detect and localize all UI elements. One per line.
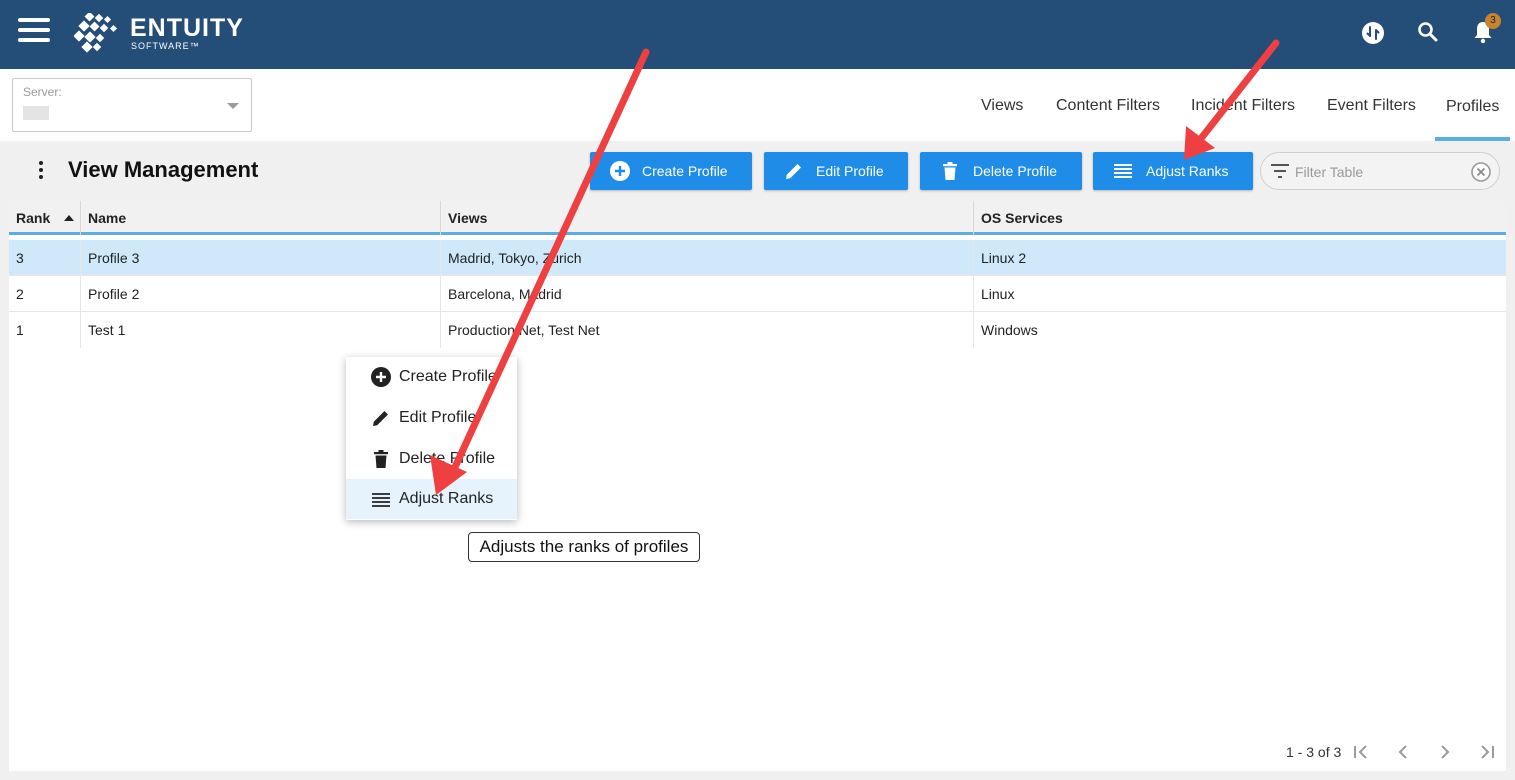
adjust-ranks-button[interactable]: Adjust Ranks	[1093, 152, 1253, 190]
context-menu-item-adjust-ranks[interactable]: Adjust Ranks	[346, 479, 517, 519]
column-header-rank[interactable]: Rank	[9, 201, 81, 235]
first-page-icon[interactable]	[1351, 742, 1371, 762]
sync-icon[interactable]	[1361, 21, 1385, 45]
chevron-down-icon	[227, 103, 239, 109]
add-circle-icon	[610, 161, 630, 181]
table-header: Rank Name Views OS Services	[9, 201, 1506, 235]
pagination-info: 1 - 3 of 3	[1286, 744, 1342, 760]
filter-table	[1260, 152, 1500, 190]
cell-views: Madrid, Tokyo, Zurich	[441, 240, 974, 276]
context-menu-label: Adjust Ranks	[399, 490, 494, 507]
pencil-icon	[786, 164, 801, 179]
tab-content-filters[interactable]: Content Filters	[1056, 97, 1160, 115]
table-row[interactable]: 2 Profile 2 Barcelona, Madrid Linux	[9, 276, 1506, 312]
clear-filter-icon[interactable]	[1471, 162, 1491, 182]
cell-name: Profile 2	[81, 276, 441, 312]
top-app-bar: ENTUITY SOFTWARE™ 3	[0, 0, 1515, 69]
tab-event-filters[interactable]: Event Filters	[1327, 97, 1416, 115]
column-header-views[interactable]: Views	[441, 201, 974, 235]
add-circle-icon	[371, 367, 391, 387]
context-menu: Create Profile Edit Profile Delete Profi…	[346, 357, 517, 520]
table-row[interactable]: 3 Profile 3 Madrid, Tokyo, Zurich Linux …	[9, 240, 1506, 276]
filter-table-input[interactable]	[1295, 161, 1465, 183]
context-menu-item-delete-profile[interactable]: Delete Profile	[346, 439, 517, 479]
cell-views: Barcelona, Madrid	[441, 276, 974, 312]
pencil-icon	[373, 411, 388, 426]
context-menu-label: Edit Profile	[399, 409, 477, 426]
sort-ascending-icon	[64, 215, 75, 221]
server-select[interactable]: Server:	[12, 78, 252, 132]
cell-name: Test 1	[81, 312, 441, 348]
profiles-table: Rank Name Views OS Services 3 Profile 3 …	[9, 201, 1506, 771]
cell-name: Profile 3	[81, 240, 441, 276]
sub-header: Server: Views Content Filters Incident F…	[0, 69, 1515, 141]
context-menu-label: Create Profile	[399, 368, 497, 385]
search-icon[interactable]	[1416, 20, 1440, 44]
context-menu-item-edit-profile[interactable]: Edit Profile	[346, 398, 517, 438]
tab-incident-filters[interactable]: Incident Filters	[1191, 97, 1295, 115]
more-options-icon[interactable]	[36, 161, 46, 181]
trash-icon	[374, 450, 388, 468]
context-menu-label: Delete Profile	[399, 450, 496, 467]
create-profile-button[interactable]: Create Profile	[590, 152, 752, 190]
edit-profile-label: Edit Profile	[816, 163, 884, 179]
last-page-icon[interactable]	[1477, 742, 1497, 762]
cell-rank: 2	[9, 276, 81, 312]
lines-icon	[372, 493, 390, 507]
notification-badge: 3	[1485, 13, 1501, 29]
entuity-logo: ENTUITY SOFTWARE™	[74, 13, 244, 57]
delete-profile-label: Delete Profile	[973, 163, 1058, 179]
column-header-label: Rank	[16, 210, 51, 226]
active-tab-indicator	[1435, 137, 1510, 141]
cell-rank: 1	[9, 312, 81, 348]
cell-views: Production Net, Test Net	[441, 312, 974, 348]
next-page-icon[interactable]	[1435, 742, 1455, 762]
brand-subtitle: SOFTWARE™	[131, 41, 200, 51]
tooltip: Adjusts the ranks of profiles	[468, 532, 700, 562]
cell-os-services: Linux	[981, 286, 1015, 302]
tab-profiles[interactable]: Profiles	[1446, 98, 1499, 116]
adjust-ranks-label: Adjust Ranks	[1146, 163, 1229, 179]
cell-os-services: Linux 2	[981, 250, 1027, 266]
previous-page-icon[interactable]	[1393, 742, 1413, 762]
hamburger-menu-icon[interactable]	[18, 18, 50, 42]
create-profile-label: Create Profile	[642, 163, 728, 179]
context-menu-item-create-profile[interactable]: Create Profile	[346, 357, 517, 397]
server-value	[23, 106, 49, 120]
delete-profile-button[interactable]: Delete Profile	[920, 152, 1082, 190]
page-title: View Management	[68, 157, 259, 182]
cell-os-services: Windows	[981, 322, 1038, 338]
column-header-name[interactable]: Name	[81, 201, 441, 235]
tab-views[interactable]: Views	[981, 97, 1023, 115]
table-row[interactable]: 1 Test 1 Production Net, Test Net Window…	[9, 312, 1506, 348]
lines-icon	[1114, 164, 1132, 178]
brand-name: ENTUITY	[130, 14, 244, 42]
filter-icon	[1271, 164, 1289, 178]
column-header-os-services[interactable]: OS Services	[974, 201, 1506, 235]
cell-rank: 3	[9, 240, 81, 276]
trash-icon	[943, 162, 957, 180]
server-label: Server:	[23, 85, 62, 99]
entuity-logo-mark-icon	[74, 13, 118, 53]
edit-profile-button[interactable]: Edit Profile	[764, 152, 908, 190]
